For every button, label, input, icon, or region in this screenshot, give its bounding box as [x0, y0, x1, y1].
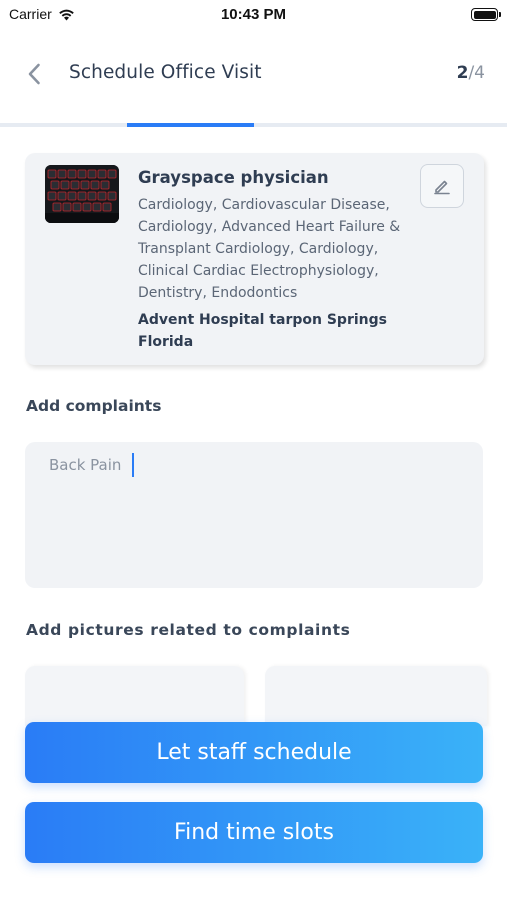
- keyboard-image: [45, 165, 119, 223]
- doctor-hospital: Advent Hospital tarpon Springs Florida: [138, 312, 387, 350]
- doctor-name: Grayspace physician: [138, 168, 329, 187]
- complaints-input[interactable]: Back Pain: [25, 442, 483, 588]
- progress-segment-active: [126, 123, 254, 127]
- clock: 10:43 PM: [220, 6, 287, 23]
- picture-slot-1[interactable]: [25, 666, 244, 726]
- chevron-left-icon: [28, 63, 40, 85]
- edit-doctor-button[interactable]: [420, 164, 464, 208]
- text-cursor: [132, 453, 134, 477]
- doctor-specialties: Cardiology, Cardiovascular Disease, Card…: [138, 197, 401, 301]
- let-staff-schedule-button[interactable]: Let staff schedule: [25, 722, 483, 783]
- back-button[interactable]: [20, 59, 48, 89]
- pencil-icon: [434, 180, 450, 195]
- step-current: 2: [456, 63, 469, 83]
- find-time-slots-button[interactable]: Find time slots: [25, 802, 483, 863]
- complaints-label: Add complaints: [26, 397, 162, 415]
- pictures-label: Add pictures related to complaints: [26, 621, 351, 639]
- progress-track: [0, 123, 507, 127]
- page-title: Schedule Office Visit: [69, 62, 262, 83]
- step-total: /4: [468, 63, 485, 83]
- status-bar: Carrier 10:43 PM: [0, 0, 507, 30]
- battery-icon: [471, 8, 501, 21]
- nav-header: Schedule Office Visit 2/4: [0, 50, 507, 100]
- doctor-photo: [45, 165, 119, 223]
- picture-slot-2[interactable]: [265, 666, 487, 726]
- doctor-card: Grayspace physician Cardiology, Cardiova…: [25, 153, 484, 365]
- step-indicator: 2/4: [457, 63, 485, 83]
